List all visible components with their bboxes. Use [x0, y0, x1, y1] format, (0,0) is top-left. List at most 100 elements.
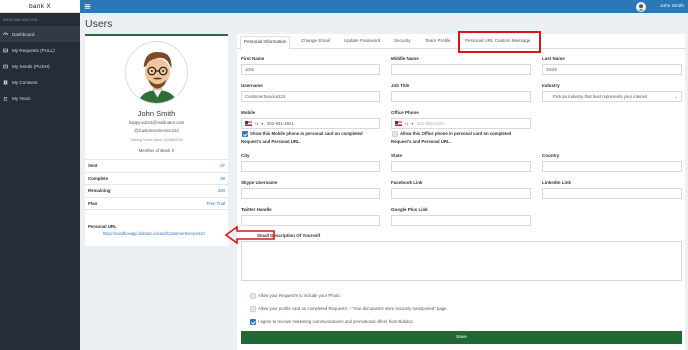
office-phone-field[interactable]: +1 ▼ 201-555-0123 — [391, 118, 531, 129]
sidebar-item-label: My Contacts — [12, 79, 38, 85]
chevron-down-icon: ⌄ — [674, 94, 678, 99]
chevron-down-icon: ▼ — [410, 121, 415, 126]
stats-list: Sent 37 Complete 39 Remaining 300 Plan F… — [85, 159, 228, 210]
first-name-value: John — [245, 67, 255, 72]
save-button[interactable]: Save — [241, 331, 682, 344]
username-label: Username — [241, 83, 263, 88]
first-name-label: First Name — [241, 56, 265, 61]
stat-label: Sent — [88, 163, 98, 169]
facebook-field[interactable] — [391, 188, 531, 199]
country-label: Country — [542, 153, 560, 158]
stat-label: Plan — [88, 200, 98, 206]
profile-card: John Smith happyus224@mailinator.com @Cu… — [85, 34, 228, 246]
brand-logo[interactable]: bank X — [0, 0, 80, 13]
personal-url-link[interactable]: https://sandboxapp.bobdoc.io/card/Custom… — [103, 231, 205, 236]
username-field[interactable]: CustomerService224 — [241, 91, 380, 102]
marketing-label: I agree to receive marketing communicati… — [258, 319, 415, 324]
stat-value: Free Trial — [206, 200, 225, 206]
include-photo-checkbox[interactable] — [250, 293, 256, 299]
state-field[interactable] — [391, 161, 531, 172]
tab-update-password[interactable]: Update Password — [344, 38, 380, 43]
send-icon — [3, 64, 8, 69]
linkedin-field[interactable] — [542, 188, 682, 199]
city-field[interactable] — [241, 161, 380, 172]
industry-value: Pick an industry that best represents yo… — [553, 94, 648, 99]
sidebar-item-my-team[interactable]: My Team — [0, 90, 80, 106]
nav-section-label: MAIN NAVIGATION — [3, 18, 38, 22]
menu-toggle-icon[interactable] — [84, 3, 91, 10]
chevron-down-icon: ▼ — [260, 121, 265, 126]
personal-url-label: Personal URL — [88, 224, 117, 229]
include-photo-label: Allow your Request's to include your Pho… — [258, 293, 341, 298]
tab-personal-information[interactable]: Personal Information — [240, 36, 291, 50]
marketing-checkbox[interactable] — [250, 319, 256, 325]
top-bar: John Smith — [80, 0, 688, 13]
us-flag-icon[interactable] — [395, 121, 402, 126]
team-icon — [3, 96, 8, 101]
profile-name: John Smith — [137, 109, 176, 118]
city-label: City — [241, 153, 250, 158]
sidebar-item-label: Dashboard — [12, 31, 35, 37]
industry-select[interactable]: Pick an industry that best represents yo… — [542, 91, 682, 102]
last-name-label: Last Name — [542, 56, 565, 61]
last-name-field[interactable]: Smith — [542, 64, 682, 75]
sidebar-item-my-requests[interactable]: My Requests (PULL) — [0, 42, 80, 58]
google-plus-label: Google Plus Link — [391, 207, 428, 212]
sidebar-item-my-sends[interactable]: My Sends (PUSH) — [0, 58, 80, 74]
linkedin-label: LinkedIn Link — [542, 180, 572, 185]
tab-team-profile[interactable]: Team Profile — [425, 38, 451, 43]
profile-handle: @CustomerService224 — [134, 128, 179, 133]
job-title-label: Job Title — [391, 83, 410, 88]
sidebar-item-my-contacts[interactable]: My Contacts — [0, 74, 80, 90]
office-phone-placeholder: 201-555-0123 — [417, 121, 444, 126]
stat-row-plan: Plan Free Trial — [85, 198, 228, 210]
stat-value: 300 — [217, 188, 225, 194]
stat-value: 39 — [220, 175, 225, 181]
middle-name-field[interactable] — [391, 64, 531, 75]
state-label: State — [391, 153, 403, 158]
show-office-label-2: Request's and Personal URL. — [391, 139, 451, 144]
twitter-label: Twitter Handle — [241, 207, 272, 212]
profile-membership: Member of Bank X — [138, 148, 175, 153]
mobile-value: 302-941-4921 — [267, 121, 294, 126]
show-mobile-label-2: Request's and Personal URL. — [241, 139, 301, 144]
office-country-code: +1 — [404, 121, 409, 126]
stat-row-complete: Complete 39 — [85, 173, 228, 185]
industry-label: Industry — [542, 83, 560, 88]
show-office-checkbox[interactable] — [392, 131, 398, 137]
profile-saving-since: Saving trees since 01/08/2018 — [130, 137, 183, 142]
job-title-field[interactable] — [391, 91, 531, 102]
us-flag-icon[interactable] — [245, 121, 252, 126]
tab-change-email[interactable]: Change Email — [301, 38, 330, 43]
stat-row-remaining: Remaining 300 — [85, 185, 228, 198]
country-field[interactable] — [542, 161, 682, 172]
sidebar-item-dashboard[interactable]: Dashboard — [0, 26, 80, 42]
description-textarea[interactable] — [241, 241, 682, 281]
dashboard-icon — [3, 32, 8, 37]
skype-field[interactable] — [241, 188, 380, 199]
facebook-label: Facebook Link — [391, 180, 423, 185]
last-name-value: Smith — [546, 67, 557, 72]
topbar-user-name: John Smith — [660, 4, 684, 9]
show-mobile-label-1: Show this Mobile phone in personal card … — [250, 131, 363, 136]
profile-card-checkbox[interactable] — [250, 306, 256, 312]
tab-security[interactable]: Security — [394, 38, 411, 43]
mobile-country-code: +1 — [254, 121, 259, 126]
profile-avatar — [125, 41, 188, 104]
annotation-arrow-icon — [224, 225, 275, 245]
tab-highlight-box — [458, 31, 541, 53]
first-name-field[interactable]: John — [241, 64, 380, 75]
sidebar: bank X MAIN NAVIGATION Dashboard My Requ… — [0, 0, 80, 350]
avatar — [636, 1, 646, 12]
stat-label: Complete — [88, 175, 109, 181]
show-mobile-checkbox[interactable] — [242, 131, 248, 137]
stat-value: 37 — [220, 163, 225, 169]
show-office-label-1: Allow this Office phone in personal card… — [400, 131, 512, 136]
google-plus-field[interactable] — [391, 215, 531, 226]
stat-label: Remaining — [88, 188, 111, 194]
sidebar-item-label: My Requests (PULL) — [12, 47, 55, 53]
mobile-field[interactable]: +1 ▼ 302-941-4921 — [241, 118, 380, 129]
tab-bar: Personal Information Change Email Update… — [237, 31, 685, 53]
office-phone-label: Office Phone — [391, 110, 419, 115]
user-menu[interactable]: John Smith — [636, 0, 684, 13]
